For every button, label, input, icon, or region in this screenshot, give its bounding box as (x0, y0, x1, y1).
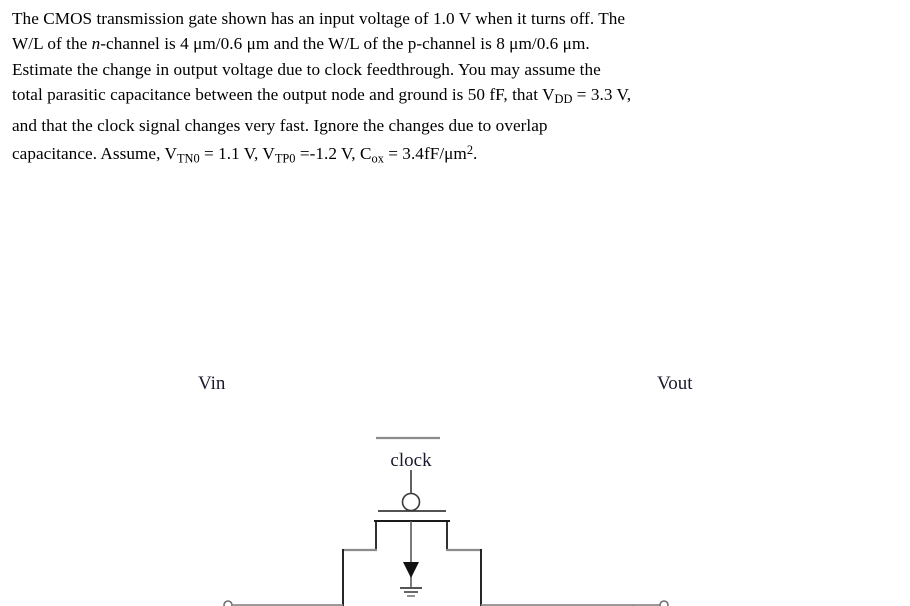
problem-statement: The CMOS transmission gate shown has an … (12, 6, 898, 172)
problem-line-5-text: and that the clock signal changes very f… (12, 115, 548, 135)
problem-line-6-text-d: = 3.4fF/μm (383, 144, 467, 164)
problem-line-4-text-a: total parasitic capacitance between the … (12, 85, 555, 105)
problem-line-2: W/L of the n-channel is 4 μm/0.6 μm and … (12, 31, 898, 56)
problem-line-2-text-b: -channel is 4 μm/0.6 μm and the W/L of t… (100, 34, 590, 54)
problem-line-6-text-b: = 1.1 V, V (199, 144, 275, 164)
vdd-subscript: DD (554, 92, 573, 107)
output-terminal-circle-icon (659, 600, 669, 606)
problem-line-6-text-c: =-1.2 V, C (295, 144, 372, 164)
clock-bar-label: clock (390, 450, 432, 471)
output-label: Vout (657, 373, 693, 394)
problem-line-1: The CMOS transmission gate shown has an … (12, 6, 898, 31)
input-terminal-circle-icon (223, 600, 233, 606)
problem-line-4: total parasitic capacitance between the … (12, 82, 898, 113)
problem-line-1-text: The CMOS transmission gate shown has an … (12, 9, 626, 28)
problem-line-4-text-b: = 3.3 V, (572, 85, 632, 105)
problem-line-6-text-e: . (473, 144, 478, 164)
pmos-bulk-arrow-icon (403, 562, 419, 578)
cox-subscript: ox (371, 151, 384, 166)
circuit-diagram: clock clock Vin Vout 50 fF (0, 198, 910, 606)
pmos-inversion-bubble-icon (401, 492, 421, 512)
circuit-svg: clock clock Vin Vout 50 fF (198, 373, 693, 606)
problem-line-5: and that the clock signal changes very f… (12, 113, 898, 138)
vtp0-subscript: TP0 (274, 151, 296, 166)
input-label: Vin (198, 373, 226, 394)
problem-line-2-text-a: W/L of the (12, 34, 92, 54)
problem-line-6: capacitance. Assume, VTN0 = 1.1 V, VTP0 … (12, 138, 898, 172)
n-channel-italic: n (91, 34, 101, 54)
problem-line-3-text: Estimate the change in output voltage du… (12, 59, 601, 79)
problem-line-6-text-a: capacitance. Assume, V (12, 144, 177, 164)
vtn0-subscript: TN0 (176, 151, 200, 166)
page-root: The CMOS transmission gate shown has an … (0, 0, 910, 606)
problem-line-3: Estimate the change in output voltage du… (12, 57, 898, 82)
